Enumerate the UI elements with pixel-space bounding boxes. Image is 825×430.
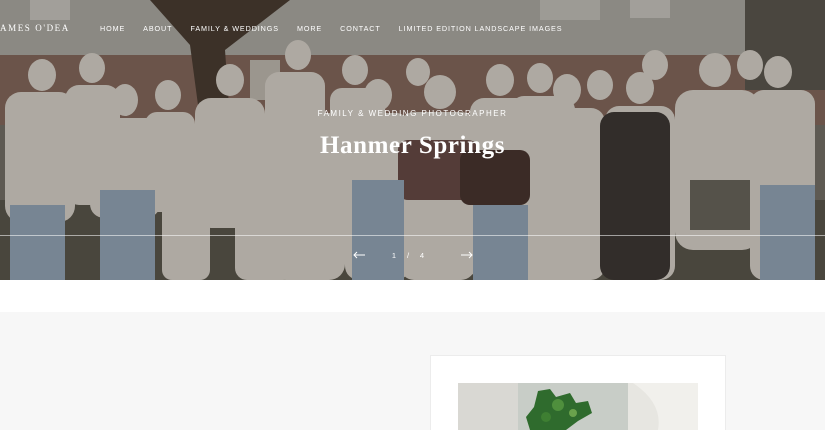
main-nav: HOME ABOUT FAMILY & WEDDINGS MORE CONTAC…	[100, 24, 580, 33]
pager-current: 1	[391, 251, 397, 260]
prev-slide-button[interactable]	[352, 248, 366, 262]
section-spacer	[0, 280, 825, 312]
nav-item-contact[interactable]: CONTACT	[340, 24, 381, 33]
featured-photo[interactable]	[458, 383, 698, 430]
hero-divider	[0, 235, 825, 236]
nav-item-family-weddings[interactable]: FAMILY & WEDDINGS	[190, 24, 279, 33]
hero-title: Hanmer Springs	[319, 132, 506, 159]
arrow-left-icon	[353, 251, 365, 259]
site-logo[interactable]: AMES O'DEA	[0, 23, 70, 33]
nav-item-more[interactable]: MORE	[297, 24, 322, 33]
pager-total: 4	[419, 251, 425, 260]
next-slide-button[interactable]	[460, 248, 474, 262]
pager-separator: /	[406, 251, 410, 260]
arrow-right-icon	[461, 251, 473, 259]
nav-item-limited-edition[interactable]: LIMITED EDITION LANDSCAPE IMAGES	[399, 24, 563, 33]
nav-item-home[interactable]: HOME	[100, 24, 125, 33]
hero-slideshow: AMES O'DEA HOME ABOUT FAMILY & WEDDINGS …	[0, 0, 825, 280]
nav-item-about[interactable]: ABOUT	[143, 24, 172, 33]
slide-pager: 1 / 4	[388, 251, 438, 260]
hero-subtitle: FAMILY & WEDDING PHOTOGRAPHER	[317, 109, 508, 118]
featured-photo-image	[458, 383, 698, 430]
